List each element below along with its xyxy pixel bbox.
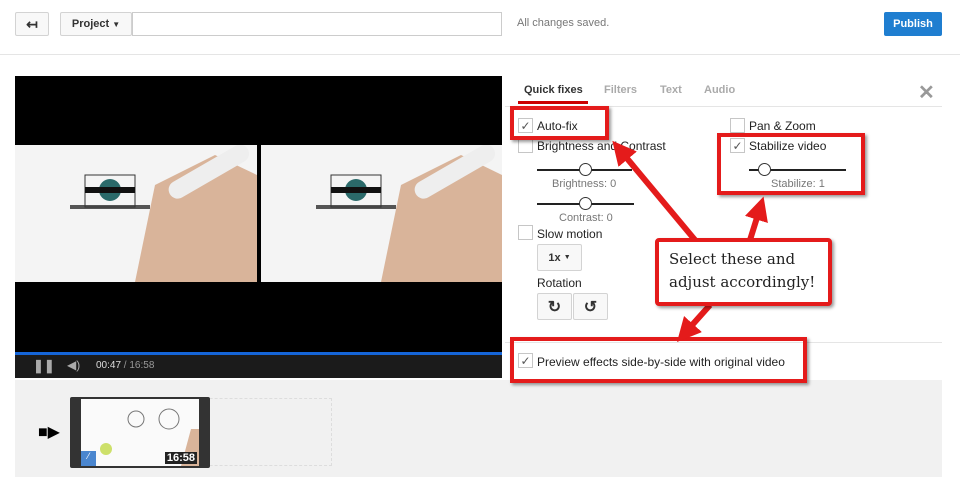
arrow-to-stabilize [744, 196, 768, 241]
annotation-callout: Select these and adjust accordingly! [655, 238, 832, 306]
arrow-to-preview [677, 303, 713, 342]
callout-line-1: Select these and [669, 250, 796, 268]
callout-line-2: adjust accordingly! [669, 273, 816, 291]
arrow-to-auto-fix [612, 140, 698, 242]
